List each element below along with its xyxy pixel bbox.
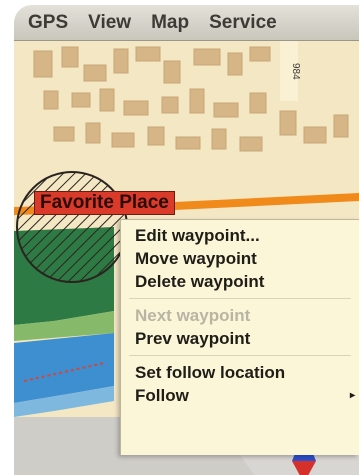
menu-map[interactable]: Map [141, 12, 199, 34]
menu-item-follow-label: Follow [135, 386, 189, 405]
menu-bar: GPS View Map Service [14, 5, 359, 41]
menu-view[interactable]: View [78, 12, 141, 34]
menu-item-set-follow-location[interactable]: Set follow location [121, 361, 359, 384]
gps-device-screen: GPS View Map Service 984 Favorite Place … [14, 5, 359, 475]
menu-separator [129, 298, 351, 299]
menu-item-edit-waypoint[interactable]: Edit waypoint... [121, 224, 359, 247]
menu-item-prev-waypoint[interactable]: Prev waypoint [121, 327, 359, 350]
submenu-arrow-icon: ▸ [349, 390, 355, 401]
menu-gps[interactable]: GPS [14, 12, 78, 34]
map-view[interactable]: 984 Favorite Place Edit waypoint... Move… [14, 41, 359, 475]
menu-item-delete-waypoint[interactable]: Delete waypoint [121, 270, 359, 293]
menu-item-follow[interactable]: Follow ▸ [121, 384, 359, 407]
menu-separator [129, 355, 351, 356]
menu-item-move-waypoint[interactable]: Move waypoint [121, 247, 359, 270]
menu-service[interactable]: Service [199, 12, 287, 34]
screenshot-frame: GPS View Map Service 984 Favorite Place … [0, 0, 359, 475]
favorite-area-circle [16, 171, 128, 283]
favorite-place-label[interactable]: Favorite Place [34, 191, 175, 215]
street-number: 984 [290, 63, 301, 80]
menu-item-next-waypoint: Next waypoint [135, 306, 251, 325]
waypoint-context-menu: Edit waypoint... Move waypoint Delete wa… [120, 219, 359, 455]
